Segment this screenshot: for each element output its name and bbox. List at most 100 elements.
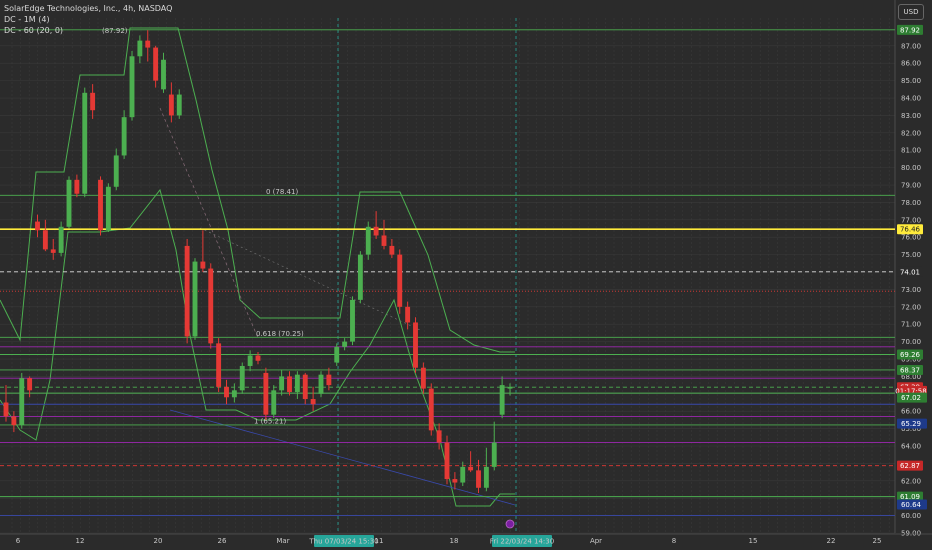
candle-body (105, 186, 111, 231)
candle-body (90, 92, 96, 111)
price-tag-label: 67.02 (901, 394, 921, 402)
chart-root: 87.00 86.00 85.00 84.00 83.00 82.00 81.00 80.00… (0, 0, 932, 550)
candle-body (279, 376, 285, 391)
candle-body (129, 56, 135, 118)
candle-body (326, 374, 332, 386)
y-tick-label: 73.00 (901, 286, 921, 294)
price-tag-label: 65.29 (901, 420, 921, 428)
fib-label: 0.618 (70.25) (256, 330, 304, 338)
candle-body (42, 230, 48, 250)
x-tick-label: 26 (218, 537, 227, 545)
symbol-title[interactable]: SolarEdge Technologies, Inc., 4h, NASDAQ (4, 3, 172, 14)
y-tick-label: 60.00 (901, 512, 921, 520)
cursor-time-label: Fri 22/03/24 14:30 (490, 538, 554, 546)
y-tick-label: 62.00 (901, 477, 921, 485)
candle-body (176, 94, 182, 116)
candle-body (397, 254, 403, 307)
candle-body (263, 372, 269, 415)
indicator-dc-1m[interactable]: DC - 1M (4) (4, 14, 172, 25)
y-tick-label: 76.00 (901, 234, 921, 242)
x-tick-label: 20 (154, 537, 163, 545)
y-tick-label: 82.00 (901, 129, 921, 137)
candle-body (373, 226, 379, 236)
candle-body (294, 374, 300, 393)
candle-body (287, 376, 292, 393)
x-tick-label: 18 (450, 537, 459, 545)
candle-body (389, 245, 395, 255)
candle-body (468, 466, 474, 471)
price-tag-label: 69.26 (900, 351, 921, 359)
candle-body (58, 226, 64, 253)
candle-body (216, 343, 222, 387)
x-tick-label: 22 (827, 537, 836, 545)
candle-body (19, 378, 25, 426)
candle-body (350, 299, 355, 342)
plot-background (0, 0, 932, 550)
candle-body (507, 386, 513, 389)
x-tick-label: 8 (672, 537, 676, 545)
y-tick-label: 79.00 (901, 182, 921, 190)
y-tick-label: 71.00 (901, 321, 921, 329)
candle-body (413, 322, 418, 368)
candle-body (231, 390, 237, 398)
y-tick-label: 66.00 (901, 408, 921, 416)
candle-body (310, 399, 316, 405)
candle-body (200, 261, 206, 269)
candle-body (428, 388, 434, 431)
legend: SolarEdge Technologies, Inc., 4h, NASDAQ… (4, 3, 172, 36)
candle-body (50, 249, 56, 253)
fib-label: 1 (65.21) (254, 417, 286, 425)
y-tick-label: 81.00 (901, 147, 921, 155)
candle-body (11, 416, 17, 426)
candle-body (168, 94, 174, 116)
candle-body (247, 355, 253, 366)
candle-body (113, 155, 119, 187)
candle-body (476, 470, 481, 488)
candle-body (444, 442, 450, 480)
candle-body (271, 390, 277, 415)
candle-body (357, 254, 363, 300)
candle-body (161, 59, 166, 90)
event-marker-icon (505, 519, 515, 529)
candle-body (27, 378, 33, 391)
candle-body (499, 385, 505, 415)
candle-body (342, 341, 348, 347)
candle-body (460, 466, 466, 483)
candle-body (121, 117, 127, 156)
y-tick-label: 72.00 (901, 303, 921, 311)
y-tick-label: 70.00 (901, 338, 921, 346)
candle-body (452, 479, 458, 483)
y-tick-label: 85.00 (901, 77, 921, 85)
y-tick-label: 78.00 (901, 199, 921, 207)
candle-body (153, 47, 159, 81)
candle-body (74, 179, 80, 194)
x-tick-label: 12 (76, 537, 85, 545)
price-tag-label: 76.46 (900, 226, 921, 234)
y-tick-label: 84.00 (901, 95, 921, 103)
x-tick-label: Apr (590, 537, 602, 545)
candle-body (145, 40, 151, 48)
candle-body (239, 365, 245, 391)
candle-body (98, 179, 103, 231)
y-tick-label: 80.00 (901, 164, 921, 172)
x-tick-label: Mar (276, 537, 289, 545)
y-tick-label: 77.00 (901, 216, 921, 224)
currency-button[interactable]: USD (898, 4, 924, 20)
candle-body (35, 221, 40, 231)
price-tag-label: 68.37 (900, 366, 920, 374)
y-tick-label: 59.00 (901, 530, 921, 538)
y-tick-label: 87.00 (901, 42, 921, 50)
y-tick-label: 83.00 (901, 112, 921, 120)
candle-body (491, 442, 497, 467)
price-tag-label: 60.64 (901, 501, 922, 509)
candle-body (192, 261, 198, 337)
price-tag-label: 74.01 (900, 268, 920, 276)
candle-body (137, 40, 143, 57)
candle-body (184, 245, 190, 337)
price-tag-label: 87.92 (900, 26, 920, 34)
candlestick-chart[interactable]: 87.00 86.00 85.00 84.00 83.00 82.00 81.00 80.00… (0, 0, 932, 550)
y-tick-label: 64.00 (901, 443, 921, 451)
indicator-dc-60[interactable]: DC - 60 (20, 0) (4, 25, 172, 36)
candle-body (82, 92, 88, 194)
candle-body (381, 235, 387, 246)
